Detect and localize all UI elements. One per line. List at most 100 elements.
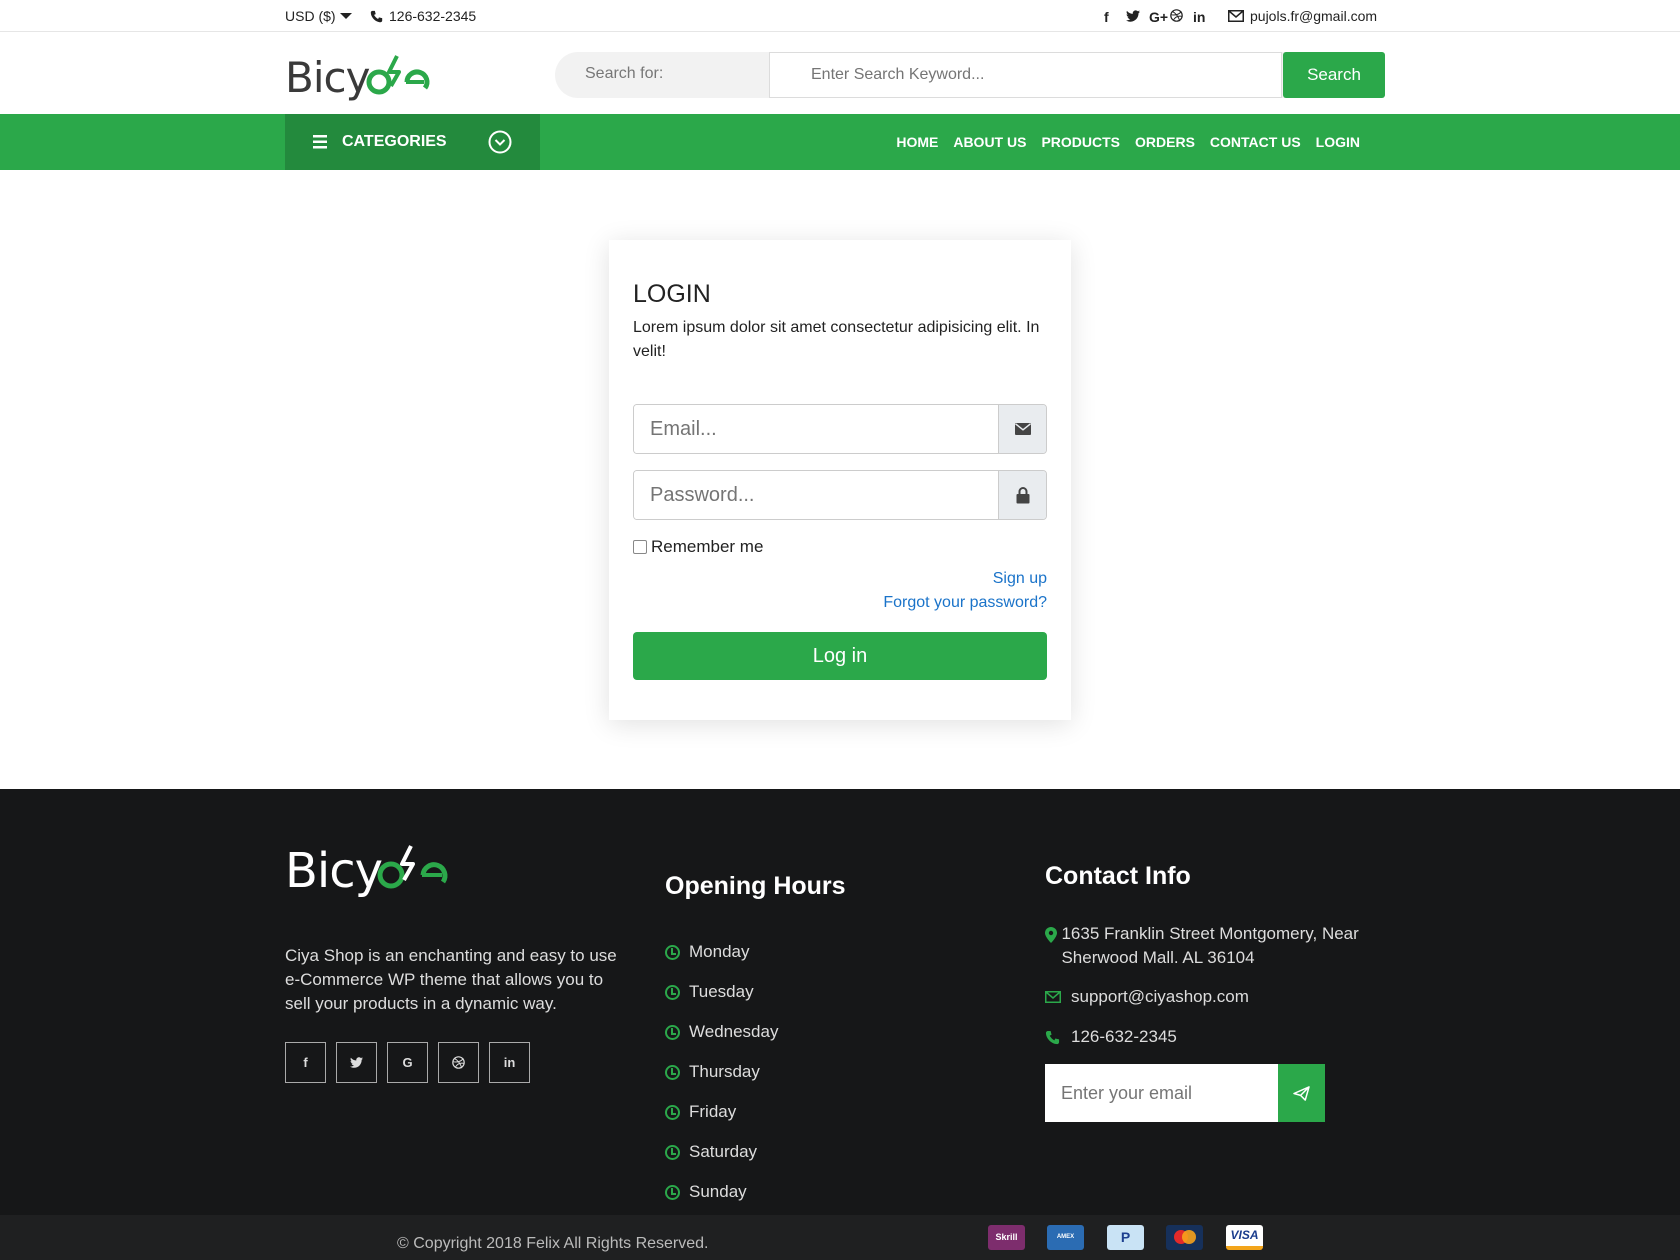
signup-link[interactable]: Sign up	[993, 570, 1047, 588]
amex-icon: AMEX	[1047, 1225, 1084, 1250]
footer-logo[interactable]: Bicy	[285, 842, 470, 903]
svg-text:Bicy: Bicy	[285, 843, 382, 898]
password-field[interactable]	[634, 471, 998, 519]
hours-row: Tuesday	[665, 972, 778, 1012]
remember-me[interactable]: Remember me	[633, 537, 763, 557]
email-field[interactable]	[634, 405, 998, 453]
search-bar: Search for: Search	[555, 52, 1385, 98]
logo[interactable]: Bicy	[285, 52, 440, 102]
clock-icon	[665, 1144, 680, 1160]
svg-text:Bicy: Bicy	[285, 53, 370, 102]
search-label: Search for:	[585, 65, 664, 82]
password-addon	[998, 471, 1046, 519]
search-input[interactable]	[770, 53, 1281, 97]
day-label: Wednesday	[689, 1022, 779, 1041]
header: Bicy Search for: Search	[0, 32, 1680, 114]
nav-about-us[interactable]: ABOUT US	[953, 134, 1026, 150]
dribbble-icon[interactable]	[438, 1042, 479, 1083]
dribbble-icon[interactable]	[1170, 9, 1183, 25]
email-addon	[998, 405, 1046, 453]
hours-row: Monday	[665, 932, 778, 972]
map-pin-icon	[1045, 922, 1061, 970]
lock-icon	[1016, 487, 1030, 504]
search-input-wrap	[769, 52, 1282, 98]
login-card: LOGIN Lorem ipsum dolor sit amet consect…	[609, 240, 1071, 720]
nav-login[interactable]: LOGIN	[1316, 134, 1360, 150]
day-label: Thursday	[689, 1062, 760, 1081]
envelope-icon	[1045, 985, 1071, 1011]
contact-phone-text: 126-632-2345	[1071, 1027, 1177, 1046]
clock-icon	[665, 1024, 680, 1040]
facebook-icon[interactable]: f	[285, 1042, 326, 1083]
twitter-icon[interactable]	[336, 1042, 377, 1083]
linkedin-icon[interactable]: in	[1193, 9, 1205, 25]
clock-icon	[665, 984, 680, 1000]
currency-label: USD ($)	[285, 8, 336, 24]
chevron-down-circle-icon	[488, 130, 512, 154]
top-email-text: pujols.fr@gmail.com	[1250, 8, 1378, 24]
newsletter-submit-button[interactable]	[1278, 1064, 1325, 1122]
nav-home[interactable]: HOME	[896, 134, 938, 150]
search-button[interactable]: Search	[1283, 52, 1385, 98]
footer-social: f G in	[285, 1042, 530, 1083]
login-title: LOGIN	[633, 280, 711, 308]
top-email[interactable]: pujols.fr@gmail.com	[1228, 8, 1377, 24]
bottom-bar: © Copyright 2018 Felix All Rights Reserv…	[0, 1215, 1680, 1260]
main-nav: CATEGORIES HOME ABOUT US PRODUCTS ORDERS…	[0, 114, 1680, 170]
opening-hours-list: Monday Tuesday Wednesday Thursday Friday…	[665, 932, 778, 1212]
email-field-group	[633, 404, 1047, 454]
day-label: Friday	[689, 1102, 737, 1121]
phone-icon	[1045, 1025, 1071, 1053]
hamburger-icon	[313, 135, 327, 149]
contact-email[interactable]: support@ciyashop.com	[1045, 985, 1249, 1011]
facebook-icon[interactable]: f	[1104, 9, 1109, 25]
top-phone: 126-632-2345	[370, 8, 476, 24]
contact-address: 1635 Franklin Street Montgomery, Near Sh…	[1045, 922, 1375, 970]
visa-icon: VISA	[1226, 1225, 1263, 1250]
google-plus-icon[interactable]: G+	[1149, 9, 1168, 25]
paypal-icon: P	[1107, 1225, 1144, 1250]
clock-icon	[665, 944, 680, 960]
footer-about-text: Ciya Shop is an enchanting and easy to u…	[285, 946, 617, 1013]
newsletter-email-input[interactable]	[1045, 1064, 1280, 1122]
nav-orders[interactable]: ORDERS	[1135, 134, 1195, 150]
clock-icon	[665, 1184, 680, 1200]
contact-phone: 126-632-2345	[1045, 1025, 1177, 1053]
hours-row: Friday	[665, 1092, 778, 1132]
password-field-group	[633, 470, 1047, 520]
hours-row: Saturday	[665, 1132, 778, 1172]
chevron-down-icon	[339, 13, 352, 19]
envelope-icon	[1015, 423, 1031, 435]
footer: Bicy Ciya Shop is an enchanting and easy…	[0, 789, 1680, 1215]
twitter-icon[interactable]	[1126, 9, 1140, 25]
login-button[interactable]: Log in	[633, 632, 1047, 680]
top-bar: USD ($) 126-632-2345 f G+ in pujols.fr@g…	[0, 0, 1680, 32]
remember-label: Remember me	[651, 537, 764, 556]
opening-hours-title: Opening Hours	[665, 872, 846, 900]
envelope-icon	[1228, 10, 1244, 22]
day-label: Sunday	[689, 1182, 747, 1201]
top-phone-text: 126-632-2345	[389, 8, 477, 24]
hours-row: Sunday	[665, 1172, 778, 1212]
nav-contact-us[interactable]: CONTACT US	[1210, 134, 1301, 150]
remember-checkbox[interactable]	[633, 540, 647, 554]
login-description: Lorem ipsum dolor sit amet consectetur a…	[633, 319, 1040, 360]
nav-links: HOME ABOUT US PRODUCTS ORDERS CONTACT US…	[896, 134, 1360, 150]
address-text: 1635 Franklin Street Montgomery, Near Sh…	[1061, 924, 1359, 967]
linkedin-icon[interactable]: in	[489, 1042, 530, 1083]
skrill-icon: Skrill	[988, 1225, 1025, 1250]
mastercard-icon	[1166, 1225, 1203, 1250]
phone-icon	[370, 10, 383, 23]
day-label: Saturday	[689, 1142, 758, 1161]
day-label: Monday	[689, 942, 750, 961]
newsletter-form	[1045, 1064, 1325, 1122]
currency-selector[interactable]: USD ($)	[285, 8, 352, 24]
categories-dropdown[interactable]: CATEGORIES	[285, 114, 540, 170]
contact-info-title: Contact Info	[1045, 862, 1191, 890]
forgot-password-link[interactable]: Forgot your password?	[883, 594, 1047, 612]
nav-products[interactable]: PRODUCTS	[1041, 134, 1120, 150]
paper-plane-icon	[1293, 1086, 1310, 1101]
day-label: Tuesday	[689, 982, 754, 1001]
google-plus-icon[interactable]: G	[387, 1042, 428, 1083]
hours-row: Thursday	[665, 1052, 778, 1092]
